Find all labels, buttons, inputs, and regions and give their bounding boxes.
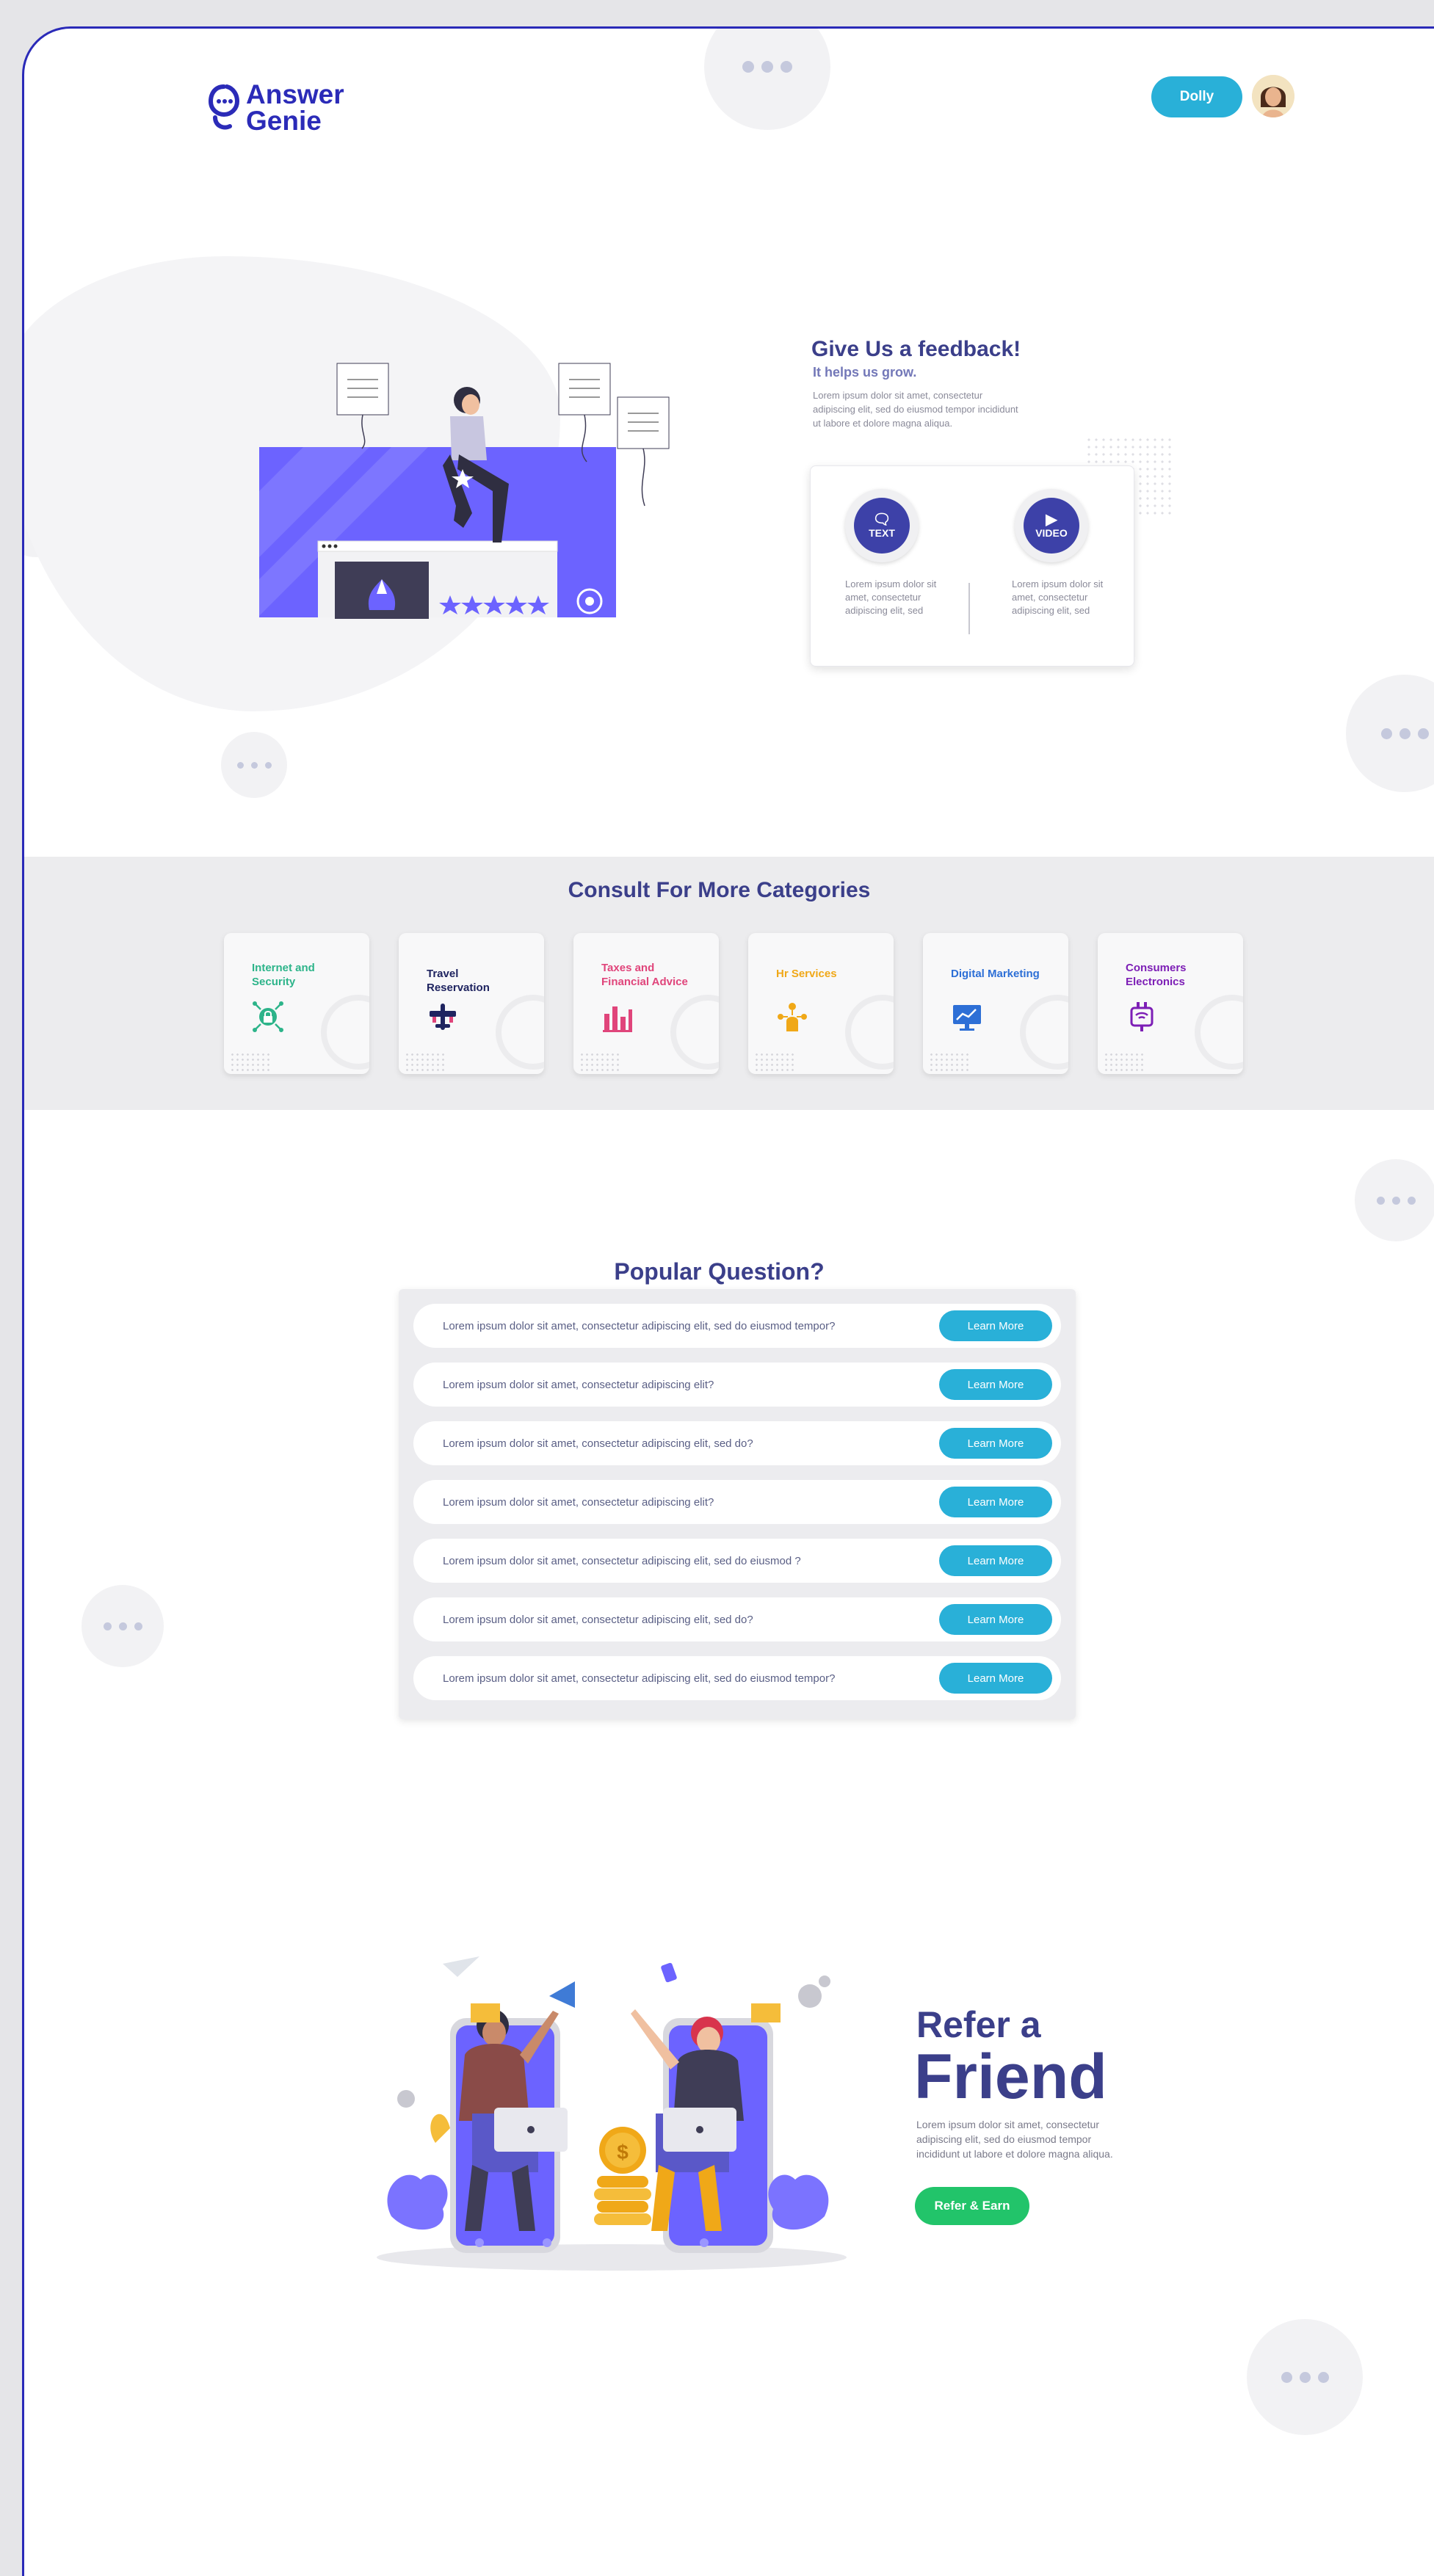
question-row: Lorem ipsum dolor sit amet, consectetur … (413, 1363, 1061, 1407)
card-dots-decoration (1104, 1052, 1145, 1071)
learn-more-button[interactable]: Learn More (939, 1663, 1052, 1694)
question-text: Lorem ipsum dolor sit amet, consectetur … (443, 1437, 753, 1450)
card-dots-decoration (579, 1052, 620, 1071)
feedback-text: Lorem ipsum dolor sit amet, consectetur … (813, 390, 1018, 429)
avatar[interactable] (1252, 75, 1294, 117)
text-feedback-badge: 🗨 TEXT (854, 498, 910, 554)
electronic-plug-icon (1130, 1002, 1154, 1031)
learn-more-button[interactable]: Learn More (939, 1369, 1052, 1400)
chat-bubble-decoration (1247, 2319, 1363, 2435)
learn-more-button[interactable]: Learn More (939, 1428, 1052, 1459)
card-dots-decoration (230, 1052, 271, 1071)
question-row: Lorem ipsum dolor sit amet, consectetur … (413, 1480, 1061, 1524)
feedback-options-card (810, 465, 1134, 667)
learn-more-button[interactable]: Learn More (939, 1545, 1052, 1576)
question-text: Lorem ipsum dolor sit amet, consectetur … (443, 1378, 714, 1391)
card-arc-decoration (1195, 995, 1243, 1070)
learn-more-button[interactable]: Learn More (939, 1487, 1052, 1517)
card-arc-decoration (321, 995, 369, 1070)
card-arc-decoration (845, 995, 894, 1070)
card-arc-decoration (496, 995, 544, 1070)
category-label: Travel Reservation (427, 968, 490, 994)
category-card-internet-security[interactable]: Internet and Security (224, 933, 369, 1074)
question-row: Lorem ipsum dolor sit amet, consectetur … (413, 1421, 1061, 1465)
learn-more-button[interactable]: Learn More (939, 1310, 1052, 1341)
video-feedback-button[interactable]: ▶ VIDEO (1015, 489, 1088, 562)
video-option-label: VIDEO (1035, 527, 1068, 539)
svg-text:$: $ (617, 2141, 629, 2163)
refer-text: Lorem ipsum dolor sit amet, consectetur … (916, 2119, 1113, 2160)
category-label: Internet and Security (252, 962, 315, 988)
question-text: Lorem ipsum dolor sit amet, consectetur … (443, 1319, 836, 1332)
question-text: Lorem ipsum dolor sit amet, consectetur … (443, 1672, 836, 1685)
category-label: Taxes and Financial Advice (601, 962, 688, 988)
category-label: Consumers Electronics (1126, 962, 1187, 988)
logo-text: Answer Genie (246, 81, 344, 134)
card-arc-decoration (670, 995, 719, 1070)
refer-earn-button[interactable]: Refer & Earn (915, 2187, 1029, 2225)
question-text: Lorem ipsum dolor sit amet, consectetur … (443, 1495, 714, 1509)
question-row: Lorem ipsum dolor sit amet, consectetur … (413, 1656, 1061, 1700)
category-label: Hr Services (776, 968, 837, 980)
card-dots-decoration (754, 1052, 795, 1071)
category-card-taxes-financial[interactable]: Taxes and Financial Advice (573, 933, 719, 1074)
card-dots-decoration (405, 1052, 446, 1071)
refer-title-line2: Friend (914, 2042, 1107, 2112)
airplane-icon (430, 1004, 456, 1030)
question-row: Lorem ipsum dolor sit amet, consectetur … (413, 1539, 1061, 1583)
learn-more-button[interactable]: Learn More (939, 1604, 1052, 1635)
chat-bubble-decoration (704, 29, 830, 130)
monitor-chart-icon (953, 1005, 981, 1031)
logo[interactable]: Answer Genie (208, 81, 344, 134)
question-row: Lorem ipsum dolor sit amet, consectetur … (413, 1597, 1061, 1641)
card-dots-decoration (929, 1052, 970, 1071)
video-option-desc: Lorem ipsum dolor sit amet, consectetur … (1012, 578, 1104, 616)
feedback-title: Give Us a feedback! (811, 337, 1021, 361)
text-feedback-button[interactable]: 🗨 TEXT (845, 489, 919, 562)
refer-friend-illustration: $ (377, 1956, 847, 2271)
question-row: Lorem ipsum dolor sit amet, consectetur … (413, 1304, 1061, 1348)
question-text: Lorem ipsum dolor sit amet, consectetur … (443, 1613, 753, 1626)
user-button[interactable]: Dolly (1151, 76, 1242, 117)
finance-chart-icon (603, 1006, 632, 1032)
question-text: Lorem ipsum dolor sit amet, consectetur … (443, 1554, 801, 1567)
logo-genie-icon (208, 84, 240, 130)
avatar-face-icon (1252, 75, 1294, 117)
option-divider (968, 583, 970, 634)
logo-line1: Answer (246, 79, 344, 109)
category-card-travel-reservation[interactable]: Travel Reservation (399, 933, 544, 1074)
card-arc-decoration (1020, 995, 1068, 1070)
chat-icon: 🗨 (872, 512, 891, 528)
chat-bubble-decoration (1346, 675, 1434, 792)
category-card-hr-services[interactable]: Hr Services (748, 933, 894, 1074)
category-card-digital-marketing[interactable]: Digital Marketing (923, 933, 1068, 1074)
text-option-label: TEXT (869, 527, 895, 539)
questions-panel: Lorem ipsum dolor sit amet, consectetur … (399, 1289, 1076, 1719)
video-feedback-badge: ▶ VIDEO (1024, 498, 1079, 554)
text-option-desc: Lorem ipsum dolor sit amet, consectetur … (845, 578, 937, 616)
people-network-icon (778, 1003, 807, 1031)
chat-bubble-decoration (221, 732, 287, 798)
security-lock-icon (253, 1001, 283, 1032)
popular-questions-title: Popular Question? (614, 1258, 825, 1285)
chat-bubble-decoration (1355, 1159, 1434, 1241)
feedback-subtitle: It helps us grow. (813, 365, 917, 380)
logo-line2: Genie (246, 106, 322, 136)
category-label: Digital Marketing (951, 968, 1040, 980)
categories-title: Consult For More Categories (568, 878, 871, 902)
video-camera-icon: ▶ (1046, 512, 1057, 528)
page-frame: Answer Genie Dolly Give Us a feedback! I… (22, 26, 1434, 2576)
category-card-consumer-electronics[interactable]: Consumers Electronics (1098, 933, 1243, 1074)
feedback-illustration (259, 363, 670, 619)
chat-bubble-decoration (82, 1585, 164, 1667)
